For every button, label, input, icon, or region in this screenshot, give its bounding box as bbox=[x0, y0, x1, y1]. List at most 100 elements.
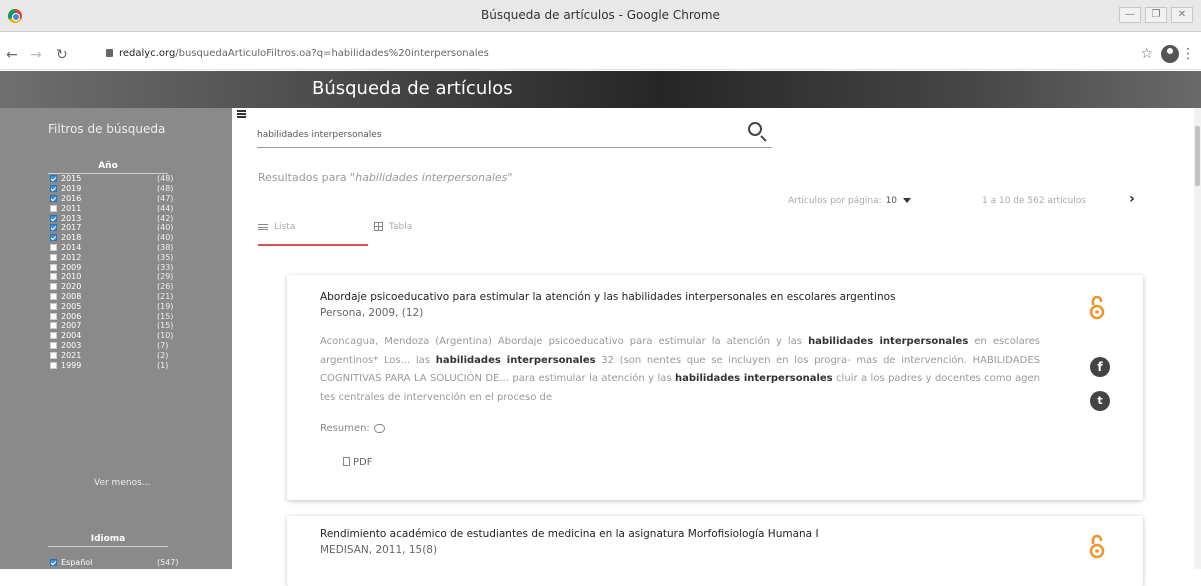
year-filter-heading: Año bbox=[48, 161, 168, 174]
search-input[interactable] bbox=[257, 130, 717, 140]
filter-checkbox[interactable] bbox=[50, 361, 57, 369]
filter-option[interactable]: 2006 (15) bbox=[50, 311, 190, 321]
minimize-button[interactable]: — bbox=[1119, 7, 1141, 23]
filter-option[interactable]: 2020 (26) bbox=[50, 282, 190, 292]
filter-checkbox[interactable] bbox=[50, 263, 57, 271]
filter-option[interactable]: 2021 (2) bbox=[50, 350, 190, 360]
toggle-icon[interactable] bbox=[373, 423, 385, 433]
per-page-selector[interactable]: Artículos por página: 10 bbox=[788, 196, 912, 206]
hamburger-menu-icon[interactable] bbox=[237, 110, 246, 118]
filter-label: 2020 bbox=[61, 282, 82, 292]
filter-option[interactable]: 2003 (7) bbox=[50, 341, 190, 351]
bookmark-star-icon[interactable]: ☆ bbox=[1140, 46, 1153, 62]
profile-avatar-icon[interactable] bbox=[1161, 45, 1179, 63]
filter-option[interactable]: 2004 (10) bbox=[50, 331, 190, 341]
pdf-label: PDF bbox=[353, 457, 373, 468]
filter-count: (44) bbox=[157, 203, 174, 213]
address-bar: ← → ↻ redalyc.org/busquedaArticuloFiltro… bbox=[0, 40, 1201, 70]
filter-option[interactable]: 2016 (47) bbox=[50, 194, 190, 204]
results-prefix: Resultados para bbox=[258, 171, 347, 184]
filter-option[interactable]: 2014 (38) bbox=[50, 243, 190, 253]
page-title: Búsqueda de artículos bbox=[312, 78, 513, 99]
filter-checkbox[interactable] bbox=[50, 273, 57, 281]
url-field[interactable]: redalyc.org/busquedaArticuloFiltros.oa?q… bbox=[106, 48, 489, 59]
filter-option[interactable]: Español (547) bbox=[50, 558, 190, 568]
filter-option[interactable]: 2018 (40) bbox=[50, 233, 190, 243]
filter-checkbox[interactable] bbox=[50, 253, 57, 261]
filter-option[interactable]: 2008 (21) bbox=[50, 292, 190, 302]
filter-checkbox[interactable] bbox=[50, 204, 57, 212]
filter-option[interactable]: 2009 (33) bbox=[50, 262, 190, 272]
filter-count: (547) bbox=[157, 558, 179, 568]
kebab-menu-icon[interactable]: ⋮ bbox=[1181, 46, 1195, 62]
filter-option[interactable]: 2010 (29) bbox=[50, 272, 190, 282]
filter-checkbox[interactable] bbox=[50, 312, 57, 320]
list-icon bbox=[258, 223, 268, 230]
filter-checkbox[interactable] bbox=[50, 224, 57, 232]
filter-option[interactable]: 1999 (1) bbox=[50, 360, 190, 370]
back-arrow-icon[interactable]: ← bbox=[6, 47, 18, 63]
filter-checkbox[interactable] bbox=[50, 559, 57, 567]
filter-label: 2012 bbox=[61, 252, 82, 262]
filter-count: (15) bbox=[157, 321, 174, 331]
filter-checkbox[interactable] bbox=[50, 302, 57, 310]
scrollbar-thumb[interactable] bbox=[1195, 126, 1200, 186]
chevron-down-icon[interactable] bbox=[903, 198, 912, 203]
filter-checkbox[interactable] bbox=[50, 322, 57, 330]
filter-checkbox[interactable] bbox=[50, 234, 57, 242]
article-title-link[interactable]: Abordaje psicoeducativo para estimular l… bbox=[320, 291, 896, 303]
lock-icon bbox=[106, 49, 113, 57]
filter-option[interactable]: 2011 (44) bbox=[50, 203, 190, 213]
filter-checkbox[interactable] bbox=[50, 194, 57, 202]
filter-checkbox[interactable] bbox=[50, 175, 57, 183]
close-button[interactable]: ✕ bbox=[1171, 7, 1193, 23]
language-filter-list: Español (547) bbox=[50, 558, 190, 568]
filter-count: (38) bbox=[157, 242, 174, 252]
article-source: Persona, 2009, (12) bbox=[320, 307, 424, 319]
pdf-link[interactable]: PDF bbox=[343, 457, 372, 468]
results-for-text: Resultados para "habilidades interperson… bbox=[258, 171, 512, 184]
filter-checkbox[interactable] bbox=[50, 332, 57, 340]
filter-option[interactable]: 2015 (48) bbox=[50, 174, 190, 184]
filter-checkbox[interactable] bbox=[50, 243, 57, 251]
filter-label: 2015 bbox=[61, 174, 82, 184]
filter-count: (7) bbox=[157, 340, 169, 350]
filter-checkbox[interactable] bbox=[50, 185, 57, 193]
filter-checkbox[interactable] bbox=[50, 214, 57, 222]
filter-option[interactable]: 2007 (15) bbox=[50, 321, 190, 331]
filter-option[interactable]: 2005 (19) bbox=[50, 301, 190, 311]
facebook-share-icon[interactable]: f bbox=[1090, 357, 1110, 377]
filter-count: (10) bbox=[157, 331, 174, 341]
reload-icon[interactable]: ↻ bbox=[56, 47, 68, 63]
filter-option[interactable]: 2017 (40) bbox=[50, 223, 190, 233]
search-icon[interactable] bbox=[748, 122, 762, 136]
filter-count: (15) bbox=[157, 311, 174, 321]
tab-list-label: Lista bbox=[274, 222, 296, 232]
filter-count: (47) bbox=[157, 193, 174, 203]
article-title-link[interactable]: Rendimiento académico de estudiantes de … bbox=[320, 528, 819, 540]
url-path: /busquedaArticuloFiltros.oa?q=habilidade… bbox=[175, 48, 489, 59]
see-less-link[interactable]: Ver menos... bbox=[94, 478, 150, 488]
filter-option[interactable]: 2013 (42) bbox=[50, 213, 190, 223]
tab-list-view[interactable]: Lista bbox=[258, 222, 368, 246]
filter-checkbox[interactable] bbox=[50, 341, 57, 349]
next-page-icon[interactable]: › bbox=[1129, 191, 1135, 207]
page-scrollbar[interactable] bbox=[1194, 108, 1201, 569]
filter-count: (29) bbox=[157, 272, 174, 282]
grid-icon bbox=[374, 222, 383, 231]
year-filter-list: 2015 (48) 2019 (48) 2016 (47) 2011 (44) 2013 (42)… bbox=[50, 174, 190, 370]
maximize-button[interactable]: ❐ bbox=[1145, 7, 1167, 23]
open-access-icon bbox=[1089, 534, 1105, 559]
per-page-value[interactable]: 10 bbox=[886, 196, 897, 206]
filter-option[interactable]: 2019 (48) bbox=[50, 184, 190, 194]
filter-option[interactable]: 2012 (35) bbox=[50, 252, 190, 262]
filter-checkbox[interactable] bbox=[50, 283, 57, 291]
article-snippet: Aconcagua, Mendoza (Argentina) Abordaje … bbox=[320, 336, 1040, 403]
summary-toggle[interactable]: Resumen: bbox=[320, 423, 385, 434]
filter-checkbox[interactable] bbox=[50, 351, 57, 359]
per-page-label: Artículos por página: bbox=[788, 196, 882, 206]
tab-table-view[interactable]: Tabla bbox=[374, 222, 454, 246]
forward-arrow-icon[interactable]: → bbox=[30, 47, 42, 63]
filter-checkbox[interactable] bbox=[50, 292, 57, 300]
twitter-share-icon[interactable]: t bbox=[1090, 391, 1110, 411]
